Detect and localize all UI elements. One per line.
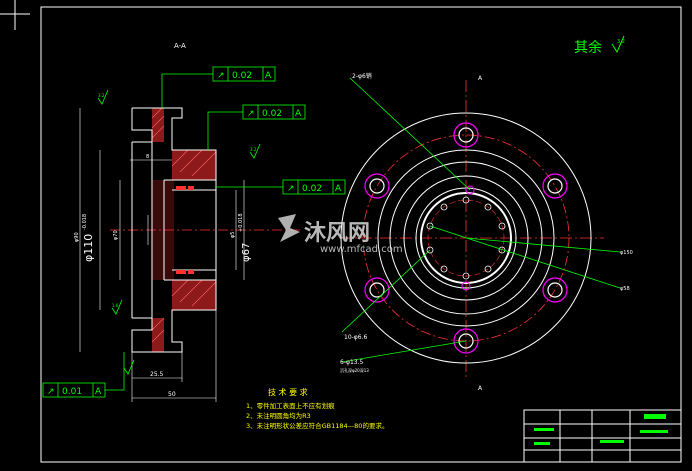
- tolerance-frame-1: ↗ 0.02 A: [161, 66, 276, 108]
- tolerance-frame-2: ↗ 0.02 A: [207, 104, 306, 150]
- tech-req-item-1: 1、零件加工表面上不应有划痕: [246, 401, 335, 410]
- roughness-r3: 3.2: [250, 147, 257, 152]
- dim-width-25-5: 25.5: [150, 371, 164, 378]
- dim-d58: φ58: [620, 286, 630, 292]
- cad-drawing-canvas: A-A 其余 3.2 φ110 -0.018 φ90 φ70 φ67 +0.01…: [0, 0, 682, 463]
- svg-text:A: A: [335, 184, 342, 194]
- svg-text:↗: ↗: [217, 71, 225, 81]
- watermark-logo-icon: [278, 214, 300, 242]
- tech-req-item-3: 3、未注明形状公差应符合GB1184—80的要求。: [246, 421, 388, 430]
- dim-d55: φ5: [230, 232, 236, 238]
- section-label: A-A: [174, 42, 186, 50]
- dim-d110: φ110: [82, 234, 95, 262]
- tech-req-title: 技 术 要 求: [268, 387, 308, 397]
- svg-text:0.01: 0.01: [62, 387, 82, 397]
- svg-text:0.02: 0.02: [302, 184, 322, 194]
- callout-6-holes-sub: 沉孔深φ20深13: [340, 367, 369, 373]
- crosshair-cursor: [0, 0, 30, 30]
- svg-text:↗: ↗: [287, 184, 295, 194]
- section-marker-bottom: A: [478, 385, 483, 392]
- watermark: 沐风网 www.mfcad.com: [278, 214, 403, 255]
- dim-d67: φ67: [241, 243, 252, 262]
- svg-text:↗: ↗: [247, 109, 255, 119]
- callout-2-holes: 2-φ6销: [352, 72, 372, 80]
- svg-text:A: A: [265, 71, 272, 81]
- title-block-marks: [534, 414, 668, 445]
- watermark-url: www.mfcad.com: [320, 244, 403, 255]
- callout-10-holes: 10-φ6.6: [344, 334, 367, 341]
- svg-text:↗: ↗: [47, 387, 55, 397]
- dim-d110-tol: -0.018: [82, 214, 88, 230]
- section-marker-top: A: [478, 75, 483, 82]
- tolerance-frame-3: ↗ 0.02 A: [216, 179, 346, 195]
- dim-d67-tol: +0.018: [238, 213, 244, 232]
- roughness-value: 3.2: [617, 39, 625, 45]
- dim-d150: φ150: [620, 250, 633, 256]
- roughness-r1: 3.2: [98, 93, 105, 98]
- roughness-remaining-label: 其余: [574, 39, 602, 56]
- leader-lines: [341, 77, 621, 363]
- svg-text:A: A: [295, 109, 302, 119]
- tolerance-frame-4: ↗ 0.01 A: [42, 352, 125, 398]
- dim-d70: φ70: [113, 230, 119, 240]
- callout-6-holes: 6-φ13.5: [340, 359, 363, 366]
- dim-d90: φ90: [74, 232, 80, 242]
- svg-text:0.02: 0.02: [262, 109, 282, 119]
- dim-8: 8: [146, 154, 149, 160]
- tech-req-item-2: 2、未注明圆角均为R3: [246, 411, 311, 420]
- svg-text:A: A: [95, 387, 102, 397]
- watermark-brand: 沐风网: [304, 221, 370, 246]
- front-view: 2-φ6销 10-φ6.6 6-φ13.5 沉孔深φ20深13 φ150 φ58…: [340, 72, 633, 392]
- dim-width-50: 50: [168, 391, 176, 398]
- tech-requirements: 技 术 要 求 1、零件加工表面上不应有划痕 2、未注明圆角均为R3 3、未注明…: [246, 387, 388, 430]
- svg-text:0.02: 0.02: [232, 71, 252, 81]
- roughness-r2: 1.6: [112, 303, 119, 308]
- section-view: φ110 -0.018 φ90 φ70 φ67 +0.018 φ5 25.5 5…: [42, 66, 346, 402]
